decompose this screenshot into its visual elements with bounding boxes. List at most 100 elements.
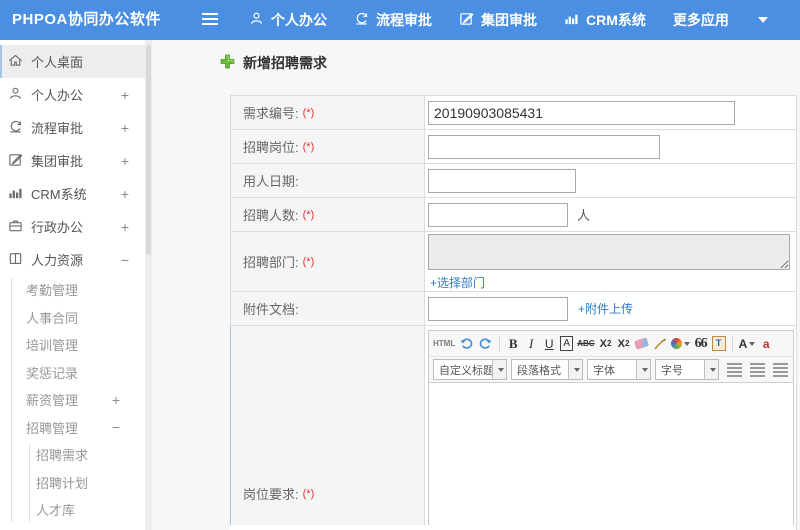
choose-department-link[interactable]: +选择部门 [430,274,485,291]
sidebar-item-salary[interactable]: 薪资管理 + [0,386,145,414]
expand-plus-icon[interactable]: + [121,87,129,103]
sidebar-item-admin-office[interactable]: 行政办公 + [0,210,145,243]
nav-more-apps[interactable]: 更多应用 [673,10,729,30]
sidebar-item-talent-pool[interactable]: 人才库 [0,496,145,524]
required-mark: (*) [302,208,315,221]
caret-down-icon [497,367,504,372]
recruit-post-input[interactable] [428,134,660,159]
sidebar-item-workflow-approval[interactable]: 流程审批 + [0,111,145,144]
sub-item-label: 招聘计划 [36,475,89,491]
sidebar-item-recruit-plan[interactable]: 招聘计划 [0,469,145,497]
field-label: 用人日期: [231,164,425,197]
user-icon [249,11,264,29]
undo-icon[interactable] [459,334,474,354]
headcount-input[interactable] [428,202,568,227]
font-size-select[interactable]: 字号 [655,359,719,380]
field-value: +附件上传 [425,292,796,325]
field-label-text: 招聘部门: [243,255,299,270]
sidebar-item-hr-contract[interactable]: 人事合同 [0,304,145,332]
underline-button[interactable]: U [542,334,556,354]
collapse-minus-icon[interactable]: − [121,252,129,268]
align-center-icon[interactable] [750,362,765,377]
paragraph-format-select[interactable]: 段落格式 [511,359,583,380]
expand-plus-icon[interactable]: + [112,392,120,408]
format-painter-icon[interactable] [653,334,667,354]
subscript-button[interactable]: X2 [617,334,631,354]
strikethrough-button[interactable]: ABC [577,334,594,354]
expand-plus-icon[interactable]: + [121,120,129,136]
italic-button[interactable]: I [524,334,538,354]
eraser-icon[interactable] [633,334,650,354]
paste-icon[interactable]: T [711,334,726,354]
sidebar-item-training[interactable]: 培训管理 [0,331,145,359]
attachment-upload-link[interactable]: +附件上传 [578,300,633,317]
sidebar-item-recruitment[interactable]: 招聘管理 − [0,414,145,442]
expand-plus-icon[interactable]: + [121,219,129,235]
bar-chart-icon [8,185,23,203]
caret-down-icon [709,367,716,372]
sidebar-item-label: 集团审批 [31,154,84,169]
sidebar-item-label: 人力资源 [31,253,84,268]
briefcase-icon [8,218,23,236]
bold-button[interactable]: B [506,334,520,354]
page-title-text: 新增招聘需求 [243,55,327,71]
caret-down-icon [683,341,690,346]
nav-workflow-approval[interactable]: 流程审批 [354,10,432,30]
font-family-select[interactable]: 字体 [587,359,651,380]
editor-toolbar-row2: 自定义标题 段落格式 字体 字号 [429,357,793,383]
user-icon [8,86,23,104]
sidebar-item-group-approval[interactable]: 集团审批 + [0,144,145,177]
sidebar-item-label: CRM系统 [31,187,87,202]
html-source-button[interactable]: HTML [433,334,455,354]
sidebar-item-crm-system[interactable]: CRM系统 + [0,177,145,210]
home-icon [8,53,23,71]
demand-code-input[interactable] [428,100,735,125]
custom-title-select[interactable]: 自定义标题 [433,359,507,380]
sidebar-scrollbar-thumb[interactable] [146,45,151,255]
required-mark: (*) [302,106,315,119]
collapse-minus-icon[interactable]: − [112,419,120,435]
nav-personal-office[interactable]: 个人办公 [249,10,327,30]
form-row-hire-date: 用人日期: [230,164,796,198]
nav-label: 更多应用 [672,12,729,28]
hire-date-input[interactable] [428,168,576,193]
field-value: 人 [425,198,796,231]
bar-chart-icon [564,11,579,29]
expand-plus-icon[interactable]: + [121,153,129,169]
bordered-text-button[interactable]: A [560,336,574,351]
main-content: 新增招聘需求 需求编号: (*) 招聘岗位: (*) [152,40,800,530]
align-right-icon[interactable] [773,362,788,377]
sub-item-label: 考勤管理 [26,283,79,299]
required-mark: (*) [302,140,315,153]
sidebar-item-recruit-demand[interactable]: 招聘需求 [0,441,145,469]
more-apps-dropdown[interactable] [756,17,768,23]
sub-item-label: 培训管理 [26,338,79,354]
align-left-icon[interactable] [727,362,742,377]
hamburger-menu-icon[interactable] [202,13,218,25]
superscript-button[interactable]: X2 [599,334,613,354]
recruit-submenu: 招聘需求 招聘计划 人才库 [0,441,145,524]
toolbar-separator [731,335,733,352]
sidebar-item-attendance[interactable]: 考勤管理 [0,276,145,304]
redo-icon[interactable] [478,334,493,354]
department-textarea[interactable] [428,234,790,270]
expand-plus-icon[interactable]: + [121,186,129,202]
nav-group-approval[interactable]: 集团审批 [459,10,537,30]
editor-body[interactable] [429,383,793,525]
sub-item-label: 人才库 [36,503,76,519]
nav-crm-system[interactable]: CRM系统 [564,10,646,30]
sidebar-item-personal-office[interactable]: 个人办公 + [0,78,145,111]
text-color-palette-icon[interactable] [670,334,690,354]
attachment-input[interactable] [428,296,568,321]
font-color-button[interactable]: A [739,334,756,354]
top-nav: 个人办公 流程审批 集团审批 CRM系统 更多应用 [249,0,768,40]
blockquote-button[interactable]: 66 [694,334,708,354]
sidebar-item-personal-desktop[interactable]: 个人桌面 [0,45,145,78]
sidebar-item-rewards[interactable]: 奖惩记录 [0,359,145,387]
sidebar-item-human-resources[interactable]: 人力资源 − [0,243,145,276]
required-mark: (*) [302,255,315,268]
caret-down-icon [641,367,648,372]
background-color-button[interactable]: a [759,334,773,354]
field-label-text: 招聘岗位: [243,140,299,155]
field-label-text: 需求编号: [243,106,299,121]
